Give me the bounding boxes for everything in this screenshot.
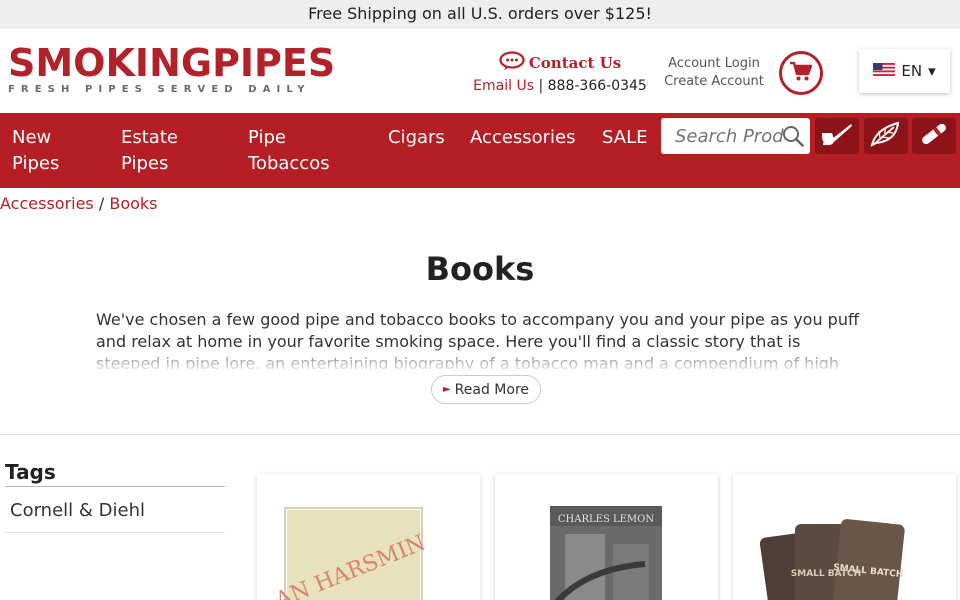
product-card[interactable]: AN HARSMIN [257,474,480,600]
site-header: SMOKINGPIPES FRESH PIPES SERVED DAILY Co… [0,29,960,113]
logo-wordmark: SMOKINGPIPES [8,41,336,85]
tobacco-leaf-icon [870,121,902,151]
account-login-link[interactable]: Account Login [660,55,768,73]
contact-us-link[interactable]: Contact Us [470,51,650,75]
chevron-down-icon: ▾ [928,62,936,80]
nav-accessories[interactable]: Accessories [470,125,576,151]
description-fade [96,348,866,372]
cigar-finder-button[interactable] [912,118,956,154]
contact-block: Contact Us Email Us | 888-366-0345 [470,51,650,94]
tags-heading: Tags [5,460,56,484]
nav-new-pipes[interactable]: New Pipes [12,125,59,177]
triangle-right-icon: ► [442,384,451,395]
cart-icon [789,60,813,86]
nav-estate-pipes-line2: Pipes [121,153,169,174]
product-card[interactable]: CHARLES LEMON [495,474,718,600]
nav-sale-label: SALE [602,127,648,148]
pouch-label-secondary: SMALL BATCH [791,569,861,579]
search-icon[interactable] [782,125,804,151]
contact-separator: | [538,78,544,94]
breadcrumb-books-link[interactable]: Books [109,194,157,213]
language-code: EN [901,62,923,80]
nav-estate-pipes-line1: Estate [121,127,178,148]
search-input[interactable] [675,125,785,147]
breadcrumb-separator: / [98,194,105,213]
logo-tagline: FRESH PIPES SERVED DAILY [8,84,311,95]
book-cover-image: CHARLES LEMON [550,506,662,600]
us-flag-icon [873,62,896,80]
nav-new-pipes-line2: Pipes [12,153,60,174]
page-title: Books [425,250,535,288]
nav-pipe-tobaccos[interactable]: Pipe Tobaccos [248,125,330,177]
promo-text: Free Shipping on all U.S. orders over $1… [308,4,652,23]
read-more-button[interactable]: ► Read More [431,375,541,404]
main-nav: New Pipes Estate Pipes Pipe Tobaccos Cig… [0,113,960,188]
product-card[interactable]: SMALL BATCH SMALL BATCH [733,474,956,600]
nav-accessories-label: Accessories [470,127,576,148]
section-divider [0,434,960,435]
nav-pipe-tobaccos-line1: Pipe [248,127,286,148]
language-selector[interactable]: EN ▾ [859,49,950,93]
tobacco-pouch-image: SMALL BATCH SMALL BATCH [759,519,905,600]
nav-cigars[interactable]: Cigars [388,125,445,151]
search-box [661,118,810,154]
cigar-icon [918,121,950,151]
contact-us-label: Contact Us [528,54,622,72]
pipe-finder-button[interactable] [815,118,859,154]
breadcrumb-accessories-link[interactable]: Accessories [0,194,94,213]
account-links: Account Login Create Account [660,55,768,91]
read-more-label: Read More [454,381,530,398]
contact-line: Email Us | 888-366-0345 [470,78,650,94]
nav-estate-pipes[interactable]: Estate Pipes [121,125,178,177]
tobacco-finder-button[interactable] [864,118,908,154]
book-author: CHARLES LEMON [558,514,654,525]
breadcrumb: Accessories / Books [0,194,158,213]
phone-number[interactable]: 888-366-0345 [548,78,647,94]
chat-bubble-icon [499,51,525,75]
promo-banner: Free Shipping on all U.S. orders over $1… [0,0,960,29]
tags-rule [5,486,225,487]
nav-cigars-label: Cigars [388,127,445,148]
nav-pipe-tobaccos-line2: Tobaccos [248,153,330,174]
nav-new-pipes-line1: New [12,127,52,148]
create-account-link[interactable]: Create Account [660,73,768,91]
pipe-icon [820,121,854,151]
nav-sale[interactable]: SALE [602,125,647,151]
cart-button[interactable] [779,51,823,95]
tag-cornell-diehl[interactable]: Cornell & Diehl [5,500,225,533]
book-cover-image: AN HARSMIN [271,507,429,600]
site-logo[interactable]: SMOKINGPIPES FRESH PIPES SERVED DAILY [8,44,335,95]
email-us-link[interactable]: Email Us [473,78,534,94]
